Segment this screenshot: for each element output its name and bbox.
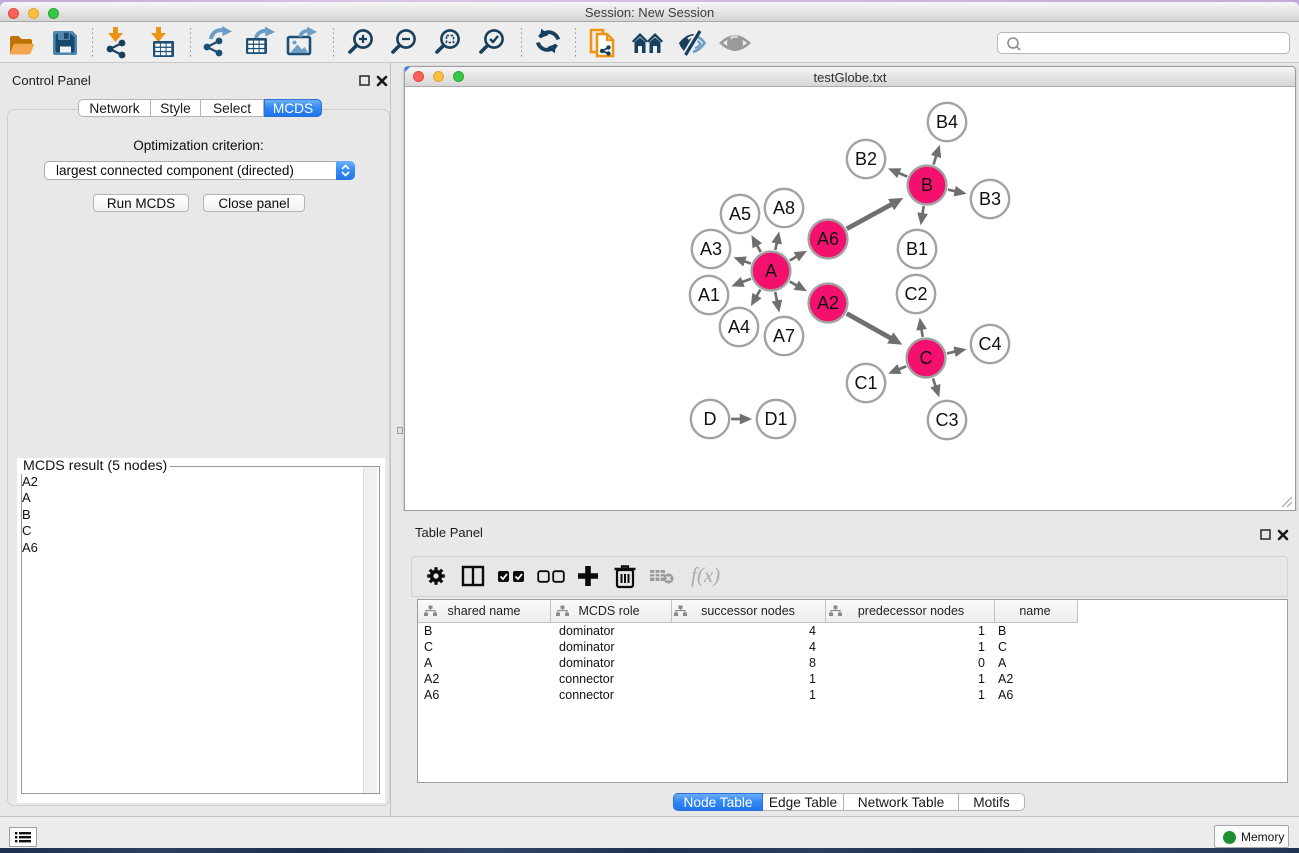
svg-text:C3: C3 <box>935 410 958 430</box>
svg-text:C1: C1 <box>854 373 877 393</box>
svg-text:A: A <box>765 261 777 281</box>
svg-text:D1: D1 <box>764 409 787 429</box>
svg-text:B2: B2 <box>855 149 877 169</box>
svg-text:A7: A7 <box>773 326 795 346</box>
svg-text:A8: A8 <box>773 198 795 218</box>
svg-text:A1: A1 <box>698 285 720 305</box>
svg-text:A5: A5 <box>729 204 751 224</box>
svg-text:A4: A4 <box>728 317 750 337</box>
svg-text:A6: A6 <box>817 229 839 249</box>
svg-text:C2: C2 <box>904 284 927 304</box>
svg-text:D: D <box>704 409 717 429</box>
svg-text:B1: B1 <box>906 239 928 259</box>
svg-text:C: C <box>920 348 933 368</box>
svg-text:B: B <box>921 175 933 195</box>
svg-text:A3: A3 <box>700 239 722 259</box>
svg-text:C4: C4 <box>978 334 1001 354</box>
svg-text:A2: A2 <box>817 293 839 313</box>
svg-text:B4: B4 <box>936 112 958 132</box>
svg-text:B3: B3 <box>979 189 1001 209</box>
